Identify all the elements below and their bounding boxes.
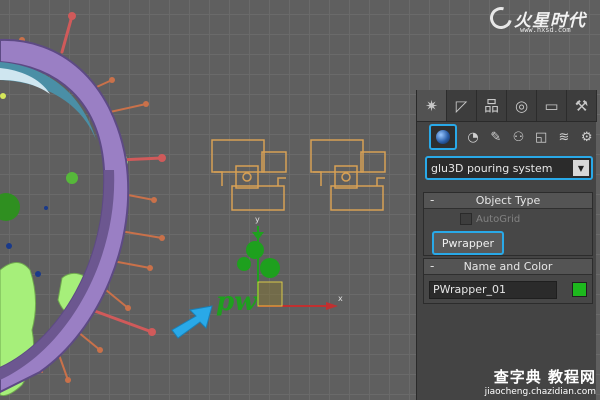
watermark-url: jiaocheng.chazidian.com (484, 387, 596, 397)
cameras-button[interactable]: ⚇ (508, 127, 529, 148)
tab-utilities[interactable]: ⚒ (567, 90, 597, 121)
fluid-droplet (35, 271, 41, 277)
helpers-icon: ◱ (535, 129, 548, 145)
pwrapper-button[interactable]: Pwrapper (432, 231, 504, 255)
hxsd-logo: 火星时代 www.hxsd.com (485, 2, 598, 36)
watermark-title: 查字典 教程网 (493, 368, 596, 386)
command-panel-tabs: ✷ ◸ 品 ◎ ▭ ⚒ (417, 90, 597, 122)
tab-modify[interactable]: ◸ (447, 90, 477, 121)
tab-hierarchy[interactable]: 品 (477, 90, 507, 121)
helpers-button[interactable]: ◱ (531, 127, 552, 148)
pour-helper-icon (211, 139, 287, 211)
collapse-icon[interactable]: - (430, 193, 434, 208)
pour-helper-icon (310, 139, 386, 211)
utilities-icon: ⚒ (574, 96, 589, 115)
object-type-rollout: - Object Type AutoGrid Pwrapper (423, 192, 593, 256)
object-type-header[interactable]: - Object Type (424, 193, 592, 209)
object-color-swatch[interactable] (572, 282, 587, 297)
name-color-rollout: - Name and Color PWrapper_01 (423, 258, 593, 304)
pointer-arrow-icon (171, 305, 213, 339)
geometry-icon (435, 130, 450, 144)
hxsd-logo-url: www.hxsd.com (520, 26, 571, 34)
display-icon: ▭ (544, 96, 559, 115)
motion-icon: ◎ (514, 96, 529, 115)
space-warps-icon: ≋ (558, 129, 570, 145)
geometry-button[interactable] (429, 124, 457, 150)
chazidian-watermark: 查字典 教程网 jiaocheng.chazidian.com (466, 366, 596, 398)
autogrid-label: AutoGrid (476, 213, 521, 225)
collapse-icon[interactable]: - (430, 259, 434, 274)
fluid-droplet (0, 193, 20, 221)
create-category-row: ◔ ✎ ⚇ ◱ ≋ ⚙ (417, 124, 597, 150)
fluid-droplet (66, 172, 78, 184)
fluid-droplet (6, 243, 12, 249)
autogrid-checkbox[interactable] (460, 213, 472, 225)
lights-button[interactable]: ✎ (485, 127, 506, 148)
tab-motion[interactable]: ◎ (507, 90, 537, 121)
category-dropdown[interactable]: glu3D pouring system ▼ (425, 156, 593, 180)
object-name-field[interactable]: PWrapper_01 (429, 281, 557, 299)
fluid-droplet (0, 93, 6, 99)
name-color-title: Name and Color (463, 260, 553, 273)
shapes-button[interactable]: ◔ (463, 127, 484, 148)
fluid-droplet (44, 206, 48, 210)
tab-create[interactable]: ✷ (417, 90, 447, 121)
axis-label-x: x (338, 294, 343, 303)
category-dropdown-value: glu3D pouring system (431, 161, 553, 175)
modify-icon: ◸ (455, 96, 468, 115)
gizmo-label: pw (216, 287, 258, 317)
tab-display[interactable]: ▭ (537, 90, 567, 121)
cameras-icon: ⚇ (512, 129, 525, 145)
object-type-title: Object Type (475, 194, 541, 207)
lights-icon: ✎ (490, 129, 502, 145)
chevron-down-icon[interactable]: ▼ (573, 160, 589, 176)
space-warps-button[interactable]: ≋ (554, 127, 575, 148)
hxsd-logo-icon (485, 2, 517, 34)
shapes-icon: ◔ (467, 129, 479, 145)
autogrid-option: AutoGrid (460, 213, 520, 225)
systems-button[interactable]: ⚙ (576, 127, 597, 148)
name-color-header[interactable]: - Name and Color (424, 259, 592, 275)
systems-icon: ⚙ (580, 129, 593, 145)
axis-label-y: y (255, 215, 260, 224)
command-panel: ✷ ◸ 品 ◎ ▭ ⚒ ◔ ✎ ⚇ ◱ ≋ ⚙ glu3D pouring sy… (416, 90, 597, 400)
hierarchy-icon: 品 (483, 97, 499, 115)
create-icon: ✷ (425, 96, 438, 115)
